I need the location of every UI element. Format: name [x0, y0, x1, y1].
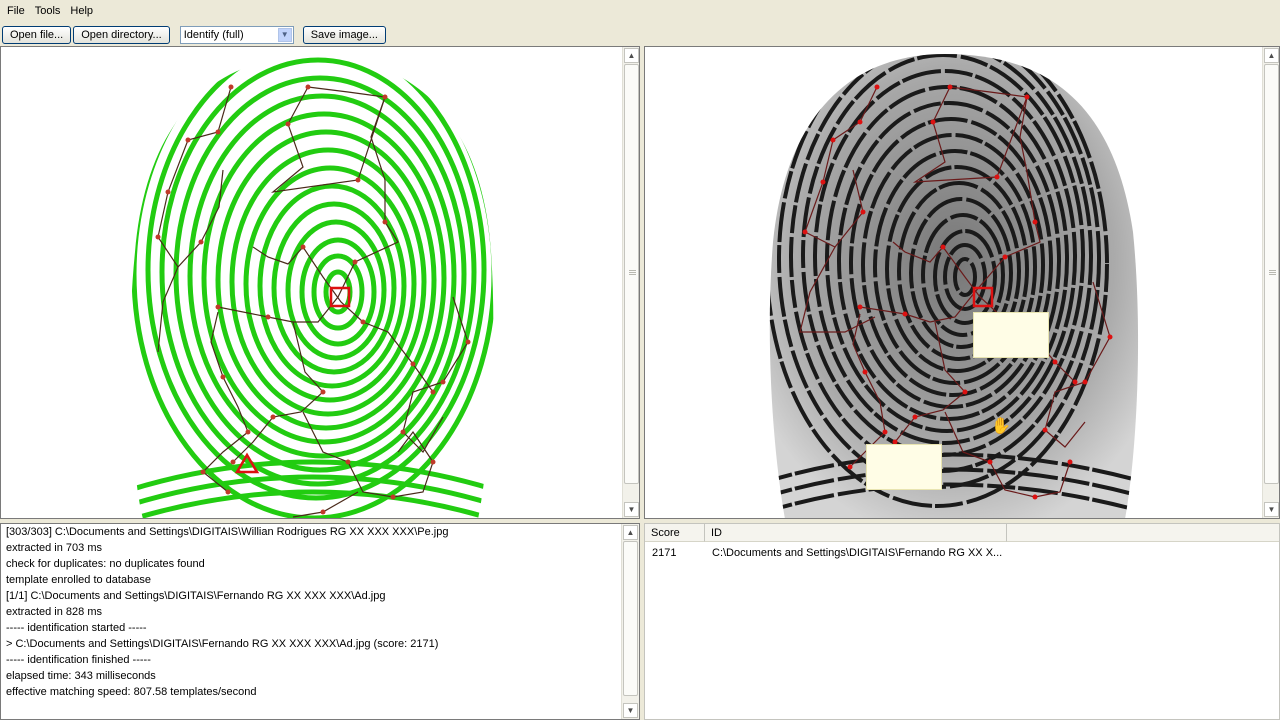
log-line: extracted in 828 ms [6, 606, 102, 618]
redaction-box [973, 312, 1049, 358]
column-header-score[interactable]: Score [645, 524, 705, 542]
log-line: check for duplicates: no duplicates foun… [6, 558, 205, 570]
scroll-up-icon[interactable]: ▲ [1264, 48, 1279, 63]
mode-select-value: Identify (full) [183, 29, 244, 41]
chevron-down-icon[interactable]: ▼ [277, 28, 292, 42]
menu-file[interactable]: File [2, 0, 30, 22]
probe-panel-scrollbar[interactable]: ▲ ▼ [622, 47, 639, 518]
log-line: [303/303] C:\Documents and Settings\DIGI… [6, 526, 449, 538]
open-directory-button[interactable]: Open directory... [73, 26, 170, 44]
hand-cursor-icon: ✋ [991, 418, 1011, 435]
log-line: elapsed time: 343 milliseconds [6, 670, 156, 682]
probe-image-panel: ▲ ▼ [0, 46, 640, 519]
scroll-up-icon[interactable]: ▲ [623, 525, 638, 540]
score-cell: 2171 [652, 547, 677, 559]
log-line: effective matching speed: 807.58 templat… [6, 686, 257, 698]
candidate-panel-scrollbar[interactable]: ▲ ▼ [1262, 47, 1279, 518]
column-header-filler [1007, 524, 1279, 542]
log-panel: [303/303] C:\Documents and Settings\DIGI… [0, 523, 640, 720]
scroll-up-icon[interactable]: ▲ [624, 48, 639, 63]
candidate-image-panel: ✋ ▲ ▼ [644, 46, 1280, 519]
id-cell: C:\Documents and Settings\DIGITAIS\Ferna… [712, 547, 1003, 559]
results-table: Score ID 2171 C:\Documents and Settings\D… [644, 523, 1280, 720]
ridge-pattern [769, 54, 1139, 518]
log-line: extracted in 703 ms [6, 542, 102, 554]
log-line: ----- identification finished ----- [6, 654, 151, 666]
log-line: > C:\Documents and Settings\DIGITAIS\Fer… [6, 638, 439, 650]
probe-fingerprint-svg [129, 56, 494, 518]
candidate-fingerprint-svg [769, 54, 1139, 518]
toolbar: Open file... Open directory... Identify … [0, 24, 1280, 46]
menu-tools[interactable]: Tools [30, 0, 66, 22]
log-line: template enrolled to database [6, 574, 151, 586]
save-image-button[interactable]: Save image... [302, 26, 386, 44]
ridge-pattern [129, 56, 494, 518]
scroll-thumb[interactable] [623, 541, 638, 696]
log-line: ----- identification started ----- [6, 622, 147, 634]
scroll-thumb[interactable] [624, 64, 639, 484]
mode-select[interactable]: Identify (full) ▼ [179, 26, 294, 44]
scroll-down-icon[interactable]: ▼ [1264, 502, 1279, 517]
menu-bar: File Tools Help [0, 0, 1280, 22]
log-line: [1/1] C:\Documents and Settings\DIGITAIS… [6, 590, 386, 602]
scroll-down-icon[interactable]: ▼ [623, 703, 638, 718]
log-scrollbar[interactable]: ▲ ▼ [621, 524, 639, 719]
open-file-button[interactable]: Open file... [2, 26, 72, 44]
candidate-fingerprint-image: ✋ [765, 52, 1144, 518]
redaction-box [866, 444, 942, 490]
menu-help[interactable]: Help [65, 0, 98, 22]
scroll-thumb[interactable] [1264, 64, 1279, 484]
probe-fingerprint-image [123, 52, 502, 518]
column-header-id[interactable]: ID [705, 524, 1007, 542]
scroll-down-icon[interactable]: ▼ [624, 502, 639, 517]
